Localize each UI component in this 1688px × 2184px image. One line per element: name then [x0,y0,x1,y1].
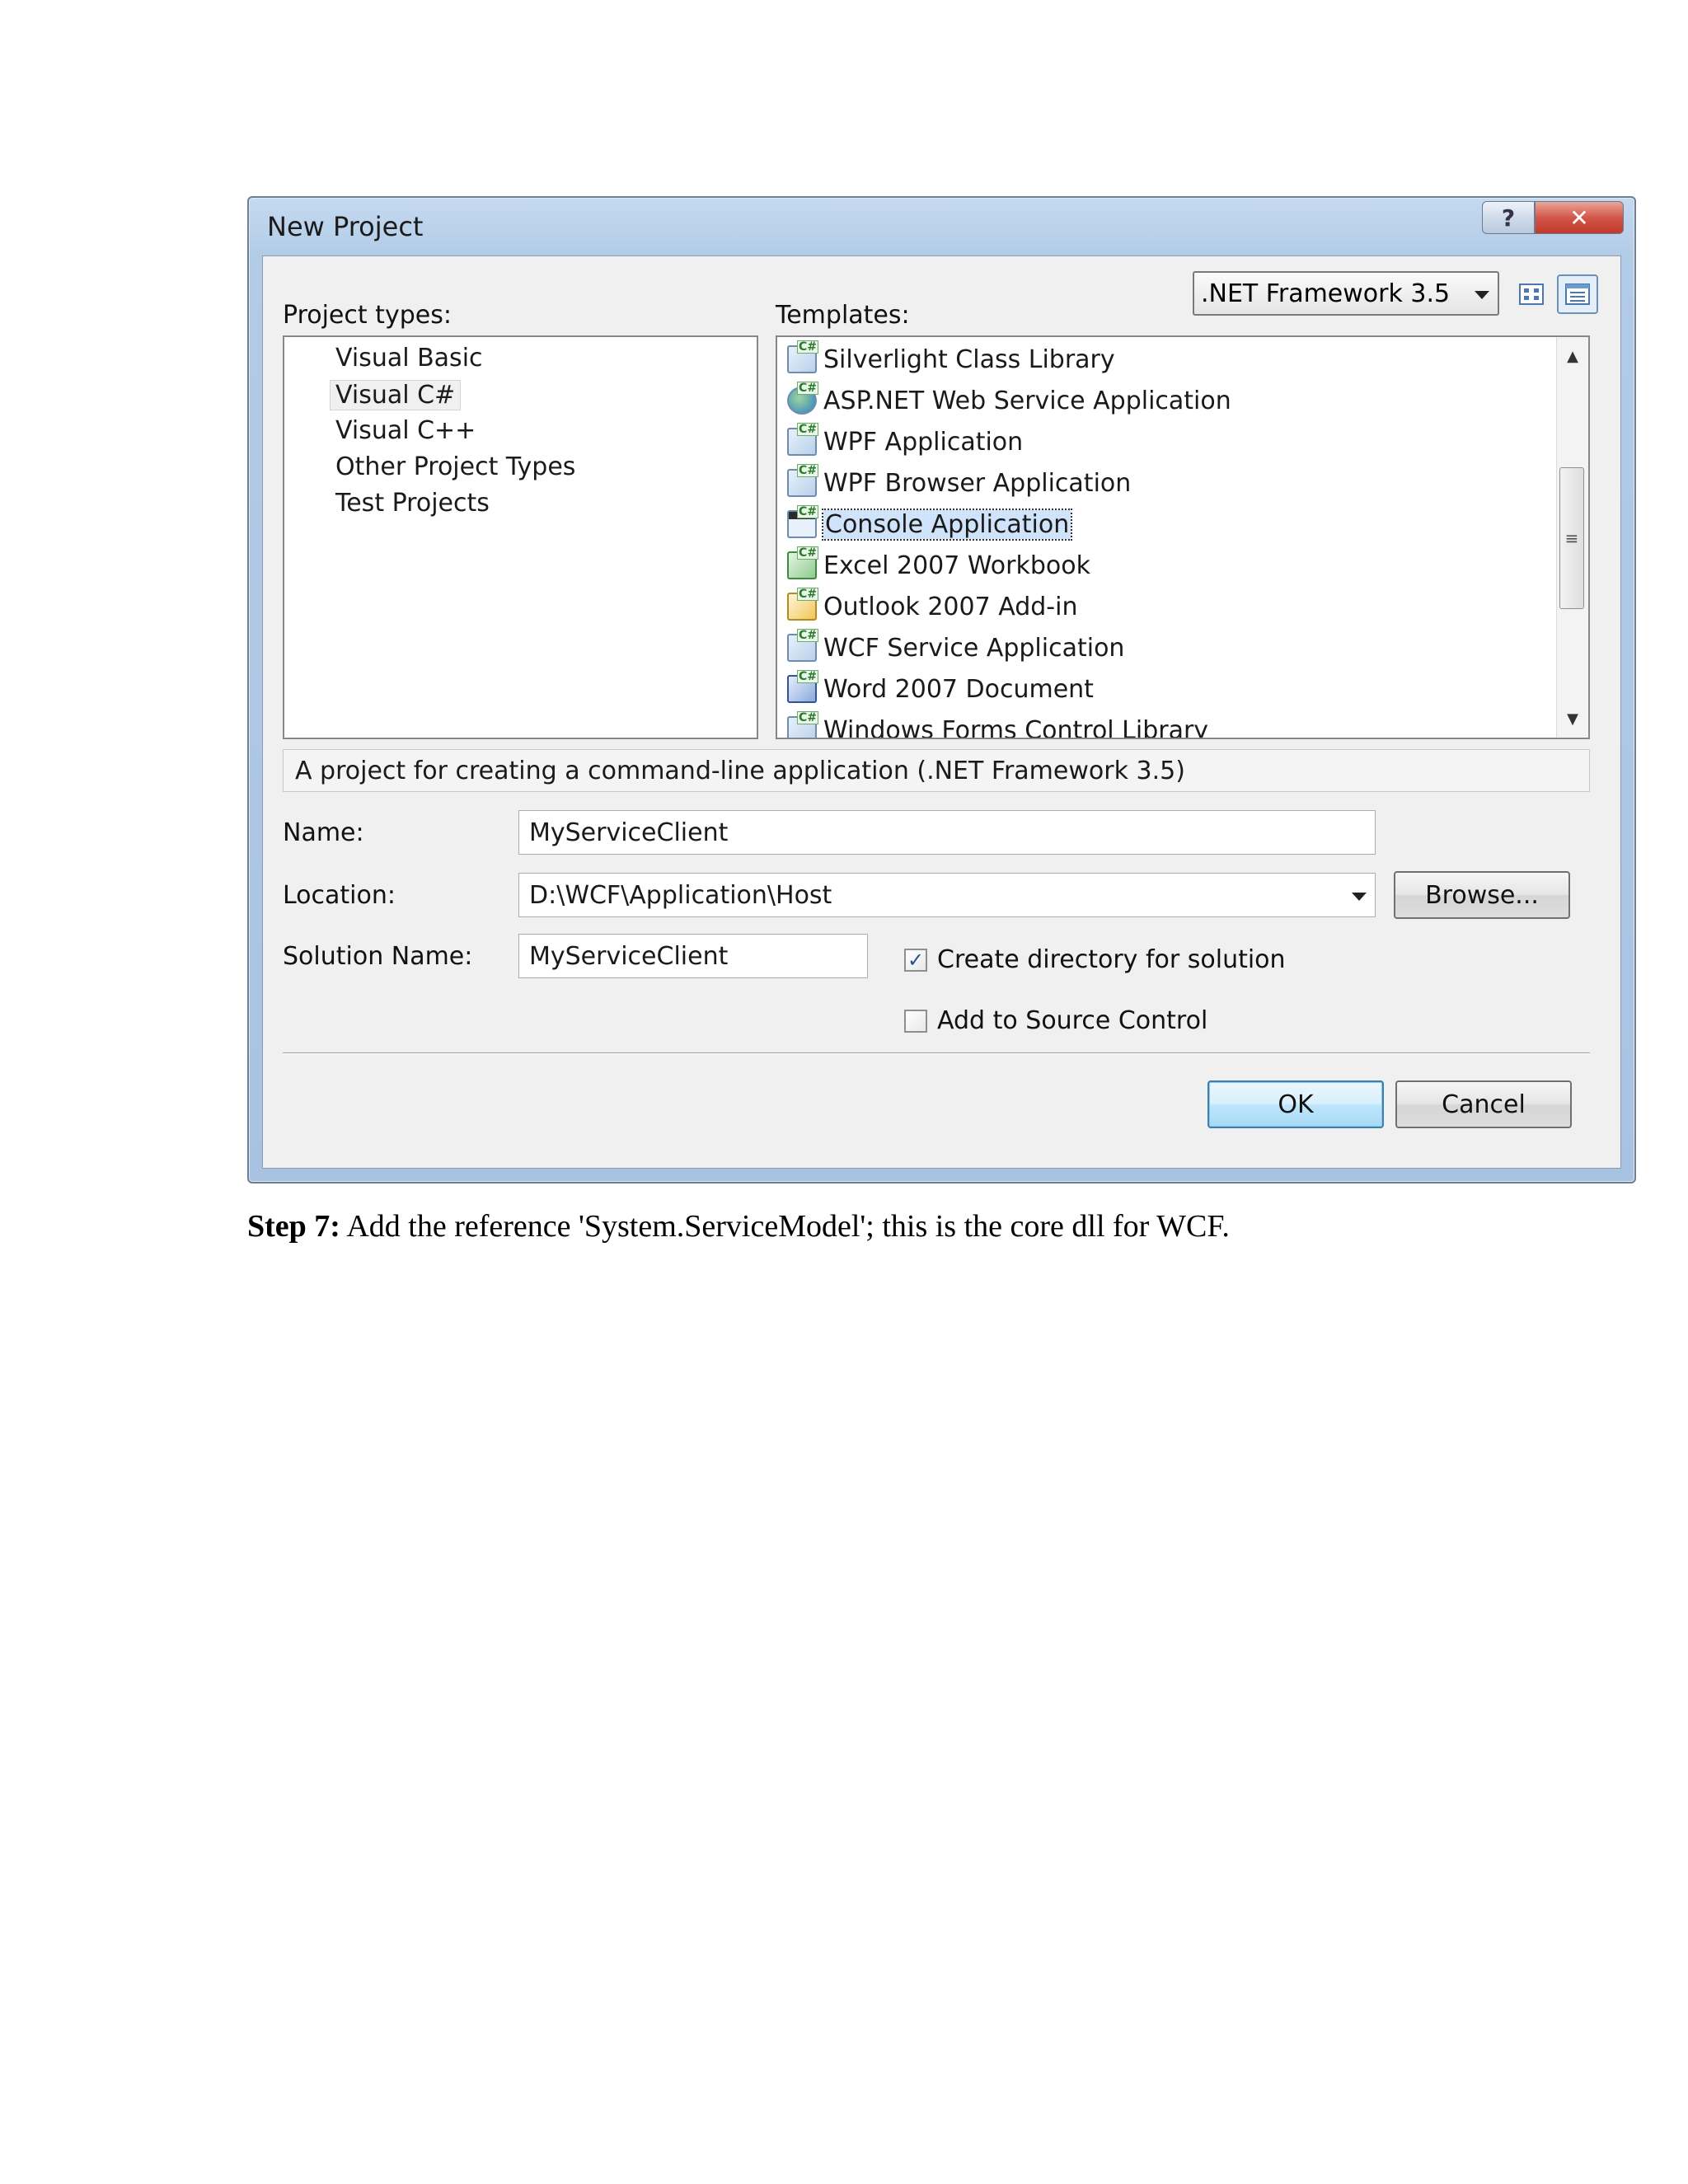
scroll-thumb[interactable]: ≡ [1559,467,1584,609]
outlook-addin-icon [787,588,818,621]
word-document-icon [787,670,818,703]
list-view-icon [1565,284,1590,305]
create-directory-option[interactable]: ✓ Create directory for solution [904,945,1286,974]
template-item[interactable]: Silverlight Class Library [787,340,1115,378]
template-item[interactable]: Windows Forms Control Library [787,711,1208,738]
browse-button[interactable]: Browse... [1394,871,1570,919]
templates-label: Templates: [776,301,910,330]
project-type-item[interactable]: Other Project Types [335,452,575,481]
project-type-item[interactable]: Visual Basic [335,344,483,373]
dialog-client-area: Project types: Templates: .NET Framework… [262,255,1621,1169]
wpf-browser-icon [787,464,818,497]
name-label: Name: [283,818,364,847]
close-icon: ✕ [1569,204,1589,232]
new-project-dialog: New Project ? ✕ Project types: Templates… [247,196,1636,1183]
close-button[interactable]: ✕ [1535,201,1624,234]
help-button[interactable]: ? [1482,201,1535,234]
chevron-down-icon [1475,291,1489,299]
template-item[interactable]: WCF Service Application [787,629,1124,667]
templates-list[interactable]: Silverlight Class Library ASP.NET Web Se… [776,335,1590,739]
help-icon: ? [1501,204,1516,232]
small-icons-view-button[interactable] [1557,274,1598,314]
step-instruction: Step 7: Add the reference 'System.Servic… [247,1208,1230,1244]
location-label: Location: [283,881,396,910]
large-icons-icon [1519,284,1544,305]
framework-select[interactable]: .NET Framework 3.5 [1193,271,1499,316]
console-application-icon [787,505,818,538]
step-text: Add the reference 'System.ServiceModel';… [340,1209,1230,1244]
scroll-up-icon[interactable]: ▲ [1557,340,1588,372]
scroll-down-icon[interactable]: ▼ [1557,703,1588,734]
template-item[interactable]: ASP.NET Web Service Application [787,382,1231,419]
project-types-list[interactable]: Visual Basic Visual C# Visual C++ Other … [283,335,758,739]
project-type-item[interactable]: Visual C++ [335,416,476,445]
solution-name-input[interactable]: MyServiceClient [518,934,868,978]
framework-value: .NET Framework 3.5 [1201,279,1451,308]
web-service-icon [787,382,818,415]
solution-name-label: Solution Name: [283,942,473,971]
templates-scrollbar[interactable]: ▲ ≡ ▼ [1556,337,1588,738]
add-source-control-option[interactable]: Add to Source Control [904,1006,1207,1035]
chevron-down-icon[interactable] [1352,893,1367,901]
template-item-selected[interactable]: Console Application [787,505,1073,543]
location-input[interactable]: D:\WCF\Application\Host [518,873,1376,917]
project-type-item[interactable]: Test Projects [335,489,490,518]
create-directory-checkbox[interactable]: ✓ [904,948,927,972]
wpf-application-icon [787,423,818,456]
add-source-control-checkbox[interactable] [904,1009,927,1033]
large-icons-view-button[interactable] [1511,274,1552,314]
separator [283,1052,1590,1054]
wcf-service-icon [787,629,818,662]
step-label: Step 7: [247,1209,340,1244]
name-input[interactable]: MyServiceClient [518,810,1376,855]
template-item[interactable]: WPF Application [787,423,1023,461]
template-item[interactable]: Excel 2007 Workbook [787,546,1090,584]
forms-control-library-icon [787,711,818,738]
dialog-title: New Project [267,211,424,242]
template-item[interactable]: Word 2007 Document [787,670,1094,708]
template-item[interactable]: WPF Browser Application [787,464,1131,502]
template-item[interactable]: Outlook 2007 Add-in [787,588,1077,626]
ok-button[interactable]: OK [1207,1080,1384,1128]
silverlight-library-icon [787,340,818,373]
cancel-button[interactable]: Cancel [1395,1080,1572,1128]
excel-workbook-icon [787,546,818,579]
template-description: A project for creating a command-line ap… [283,749,1590,792]
project-types-label: Project types: [283,301,452,330]
project-type-item-selected[interactable]: Visual C# [330,380,462,410]
